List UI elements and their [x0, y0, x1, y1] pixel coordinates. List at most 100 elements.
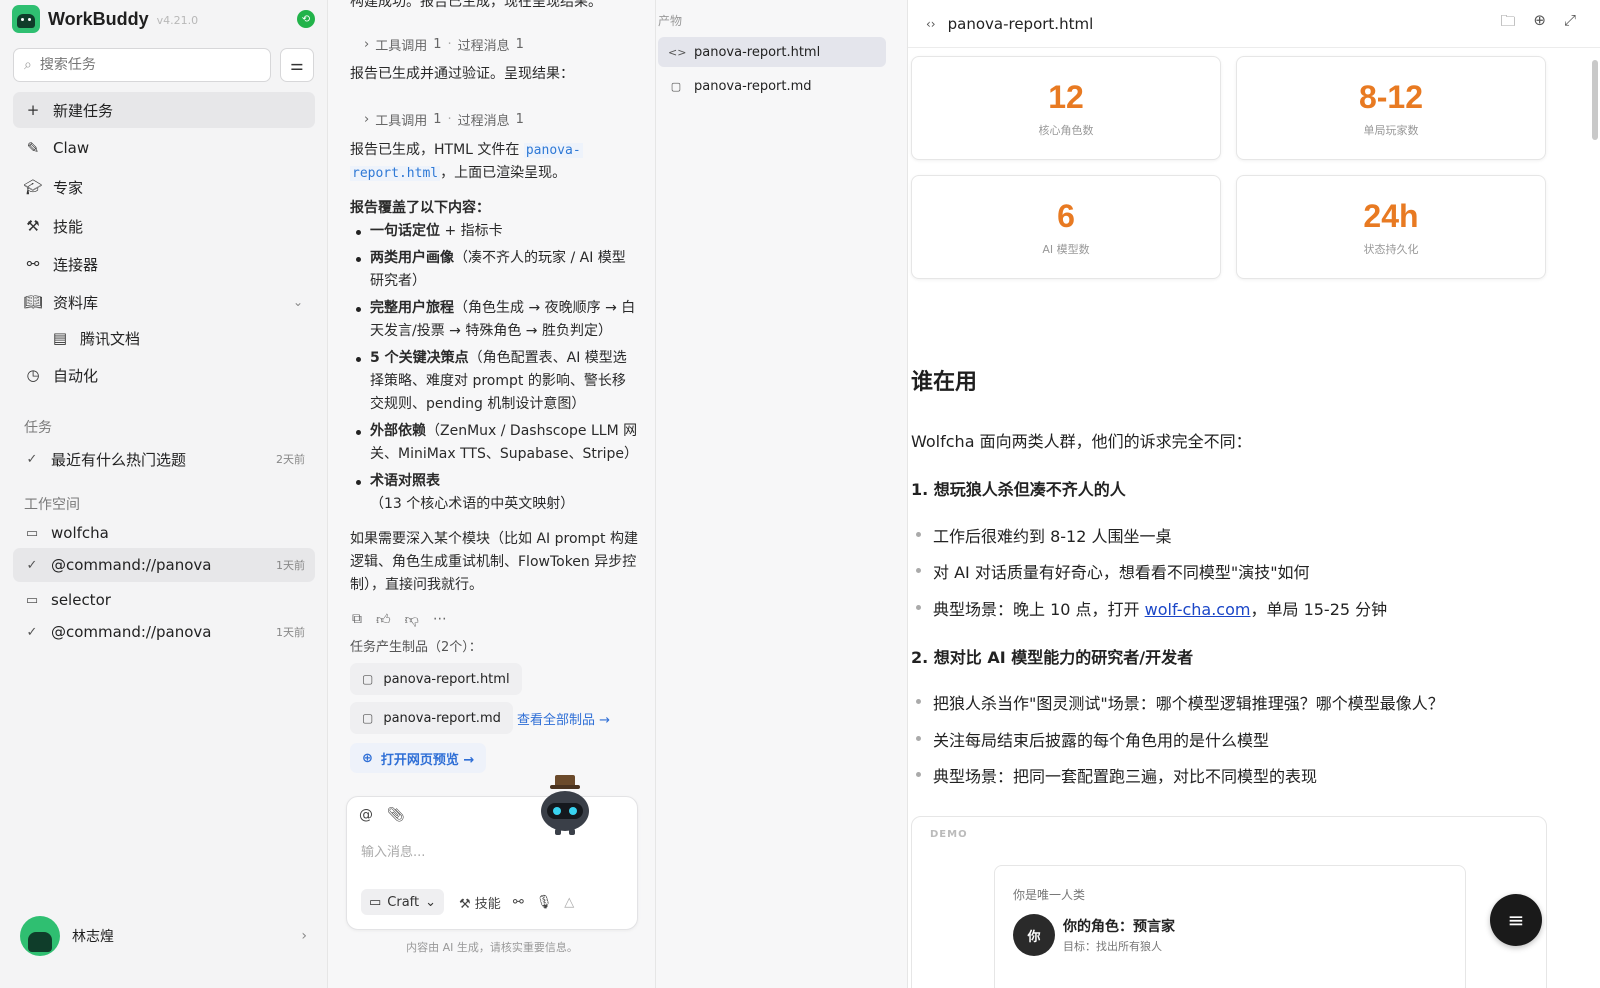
nav-item-library[interactable]: 📖︎ 资料库 ⌄	[13, 284, 315, 320]
file-name: panova-report.html	[383, 671, 510, 687]
tool-call-label: 工具调用	[375, 39, 428, 54]
demo-box: DEMO 你是唯一人类 你 你的角色：预言家 目标：找出所有狼人	[911, 816, 1547, 988]
chevron-down-icon[interactable]: ⌄	[293, 295, 303, 309]
skill-button[interactable]: ⚒ 技能	[459, 893, 501, 912]
wolfcha-link[interactable]: wolf-cha.com	[1145, 600, 1251, 619]
thumbs-down-icon[interactable]: 👎︎	[405, 611, 419, 628]
stat-label: AI 模型数	[1042, 243, 1090, 256]
message-input[interactable]	[361, 845, 601, 860]
stat-label: 单局玩家数	[1363, 124, 1419, 137]
process-count: 1	[515, 37, 524, 52]
workspace-folder-name: selector	[51, 591, 111, 609]
search-box[interactable]: ⌕	[13, 48, 271, 82]
microphone-icon[interactable]: 🎙︎	[536, 895, 553, 910]
sidebar: WorkBuddy v4.21.0 ⟲ ⌕ ⚌ + 新建任务 ✎ Claw 🎓︎…	[0, 0, 328, 988]
plus-icon: +	[26, 101, 40, 119]
chat-top-line: 构建成功。报告已生成，现在呈现结果。	[350, 0, 602, 10]
artifact-item-html[interactable]: <> panova-report.html	[658, 37, 886, 67]
sliders-icon: ⚌	[290, 56, 304, 74]
artifact-file-chip[interactable]: ▢ panova-report.html	[350, 663, 522, 695]
nav-item-experts[interactable]: 🎓︎ 专家	[13, 169, 315, 205]
artifact-name: panova-report.html	[694, 44, 821, 60]
open-web-preview-button[interactable]: ⊕ 打开网页预览 →	[350, 743, 487, 773]
chevron-right-icon: ›	[301, 928, 307, 944]
workspace-task-item[interactable]: ✓ @command://panova 1天前	[13, 548, 315, 582]
task-item[interactable]: ✓ 最近有什么热门选题 2天前	[13, 442, 315, 476]
coverage-list: 一句话定位 + 指标卡 两类用户画像（凑不齐人的玩家 / AI 模型研究者） 完…	[350, 220, 638, 516]
demo-goal: 目标：找出所有狼人	[1063, 940, 1162, 953]
at-mention-icon[interactable]: @	[359, 807, 373, 823]
send-icon[interactable]: △	[564, 895, 574, 910]
message-text: 报告已生成，HTML 文件在	[350, 142, 524, 158]
nav-item-connectors[interactable]: ⚯ 连接器	[13, 246, 315, 282]
list-item: 工作后很难约到 8-12 人围坐一桌	[916, 523, 1172, 547]
nav-label: 技能	[53, 217, 84, 236]
task-age: 2天前	[276, 453, 305, 466]
bullet-bold: 术语对照表	[370, 473, 440, 489]
stat-card: 24h 状态持久化	[1236, 175, 1546, 279]
nav-label: 资料库	[53, 293, 99, 312]
chevron-down-icon: ⌄	[425, 894, 437, 910]
stat-label: 状态持久化	[1363, 243, 1419, 256]
menu-fab-button[interactable]: ≡	[1490, 894, 1542, 946]
coverage-block: 报告覆盖了以下内容： 一句话定位 + 指标卡 两类用户画像（凑不齐人的玩家 / …	[350, 197, 638, 520]
nav-label: 新建任务	[53, 101, 114, 120]
chat-panel: 构建成功。报告已生成，现在呈现结果。 › 工具调用 1 · 过程消息 1 报告已…	[328, 0, 656, 988]
list-item: 外部依赖（ZenMux / Dashscope LLM 网关、MiniMax T…	[350, 420, 638, 466]
more-icon[interactable]: ⋯	[433, 611, 447, 628]
thumbs-up-icon[interactable]: 👍︎	[376, 611, 391, 628]
tool-call-summary[interactable]: › 工具调用 1 · 过程消息 1	[364, 110, 524, 129]
bullet-text: （13 个核心术语的中英文映射）	[370, 496, 575, 512]
nav-item-tencent-docs[interactable]: ▤ 腾讯文档	[40, 320, 315, 356]
artifact-item-md[interactable]: ▢ panova-report.md	[658, 71, 886, 101]
list-item-text: 典型场景：晚上 10 点，打开	[933, 600, 1145, 619]
mascot-robot-icon	[541, 775, 589, 835]
mode-select[interactable]: ▭ Craft ⌄	[361, 889, 445, 915]
nav-label: 自动化	[53, 366, 99, 385]
folder-code-icon: ▭	[369, 894, 382, 910]
demo-avatar: 你	[1013, 914, 1055, 956]
stat-card: 12 核心角色数	[911, 56, 1221, 160]
workspace-folder-wolfcha[interactable]: ▭ wolfcha	[13, 516, 315, 550]
view-all-artifacts-link[interactable]: 查看全部制品 →	[517, 709, 610, 728]
chevron-right-icon: ›	[364, 112, 370, 127]
task-age: 1天前	[276, 559, 305, 572]
scrollbar[interactable]	[1592, 60, 1598, 140]
attachment-icon[interactable]: 📎︎	[387, 807, 405, 823]
file-icon: ▢	[362, 711, 374, 725]
nav-item-claw[interactable]: ✎ Claw	[13, 130, 315, 166]
tool-call-summary[interactable]: › 工具调用 1 · 过程消息 1	[364, 35, 524, 54]
message-actions: ⧉ 👍︎ 👎︎ ⋯	[352, 611, 447, 628]
tasks-section-label: 任务	[24, 420, 52, 436]
nav-item-automation[interactable]: ◷ 自动化	[13, 357, 315, 393]
copy-icon[interactable]: ⧉	[352, 611, 362, 628]
chat-message: 报告已生成并通过验证。呈现结果：	[350, 66, 574, 82]
intro-paragraph: Wolfcha 面向两类人群，他们的诉求完全不同：	[911, 432, 1252, 451]
skill-label: 技能	[474, 897, 501, 912]
mode-label: Craft	[387, 894, 420, 910]
stat-value: 6	[1057, 198, 1075, 234]
list-item: 一句话定位 + 指标卡	[350, 220, 638, 243]
app-name: WorkBuddy	[48, 8, 149, 29]
new-task-button[interactable]: + 新建任务	[13, 92, 315, 128]
clock-icon: ◷	[26, 366, 40, 384]
filter-button[interactable]: ⚌	[280, 48, 314, 82]
workspace-folder-selector[interactable]: ▭ selector	[13, 583, 315, 617]
avatar	[20, 916, 60, 956]
folder-icon: ▭	[25, 525, 39, 541]
chat-message: 报告已生成，HTML 文件在 panova-report.html ，上面已渲染呈…	[350, 139, 638, 185]
artifacts-inner: 产物 <> panova-report.html ▢ panova-report…	[658, 0, 898, 988]
artifact-file-chip[interactable]: ▢ panova-report.md	[350, 702, 513, 734]
list-item-text: ，单局 15-25 分钟	[1250, 600, 1388, 619]
connector-icon[interactable]: ⚯	[513, 895, 524, 910]
stat-value: 8-12	[1358, 79, 1424, 115]
search-input[interactable]	[39, 57, 240, 73]
artifacts-label: 任务产生制品（2个）：	[350, 640, 482, 655]
book-icon: 📖︎	[23, 293, 43, 311]
list-item: 典型场景：晚上 10 点，打开 wolf-cha.com，单局 15-25 分钟	[916, 596, 1387, 620]
user-profile[interactable]: 林志煌 ›	[20, 916, 307, 956]
sync-status-icon[interactable]: ⟲	[297, 10, 315, 28]
globe-icon: ⊕	[362, 750, 373, 766]
workspace-task-item[interactable]: ✓ @command://panova 1天前	[13, 615, 315, 649]
nav-item-skills[interactable]: ⚒ 技能	[13, 208, 315, 244]
